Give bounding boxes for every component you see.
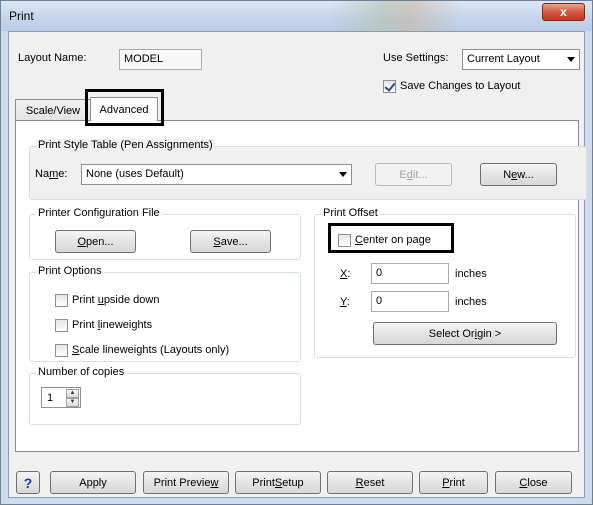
dialog-body: Layout Name: MODEL Use Settings: Current… bbox=[8, 31, 587, 498]
copies-title: Number of copies bbox=[36, 366, 127, 378]
save-changes-label: Save Changes to Layout bbox=[400, 80, 521, 92]
print-lineweights-label: Print lineweights bbox=[72, 319, 153, 331]
pen-name-label: Name: bbox=[35, 168, 68, 180]
edit-pen-table-button[interactable]: Ed it... bbox=[375, 163, 452, 186]
window-title: Print bbox=[9, 9, 34, 23]
y-offset-field[interactable]: 0 bbox=[371, 291, 449, 312]
print-upside-down-label: Print upside down bbox=[72, 294, 160, 306]
print-dialog: Print x Layout Name: MODEL Use Settings:… bbox=[0, 0, 593, 505]
x-offset-field[interactable]: 0 bbox=[371, 263, 449, 284]
save-changes-checkbox[interactable] bbox=[383, 80, 396, 93]
scale-lineweights-label: Scale lineweights (Layouts only) bbox=[72, 344, 230, 356]
close-window-button[interactable]: x bbox=[542, 3, 585, 21]
chevron-down-icon bbox=[339, 172, 347, 177]
y-units-label: inches bbox=[455, 296, 487, 308]
x-offset-label: X: bbox=[340, 268, 351, 280]
tab-label: Advanced bbox=[99, 103, 149, 116]
layout-name-field[interactable]: MODEL bbox=[119, 49, 202, 70]
save-config-button[interactable]: Save... bbox=[190, 230, 271, 253]
tab-scale-view[interactable]: Scale/View bbox=[15, 99, 91, 121]
tab-advanced[interactable]: Advanced bbox=[90, 97, 158, 121]
pen-table-value: None (uses Default) bbox=[86, 168, 184, 180]
print-upside-down-checkbox[interactable] bbox=[55, 294, 68, 307]
print-options-title: Print Options bbox=[36, 265, 104, 277]
tab-label: Scale/View bbox=[25, 104, 81, 117]
pen-table-dropdown[interactable]: None (uses Default) bbox=[81, 164, 352, 185]
decrement-icon[interactable]: ▼ bbox=[66, 398, 79, 407]
y-offset-label: Y: bbox=[340, 296, 350, 308]
copies-value: 1 bbox=[47, 392, 54, 404]
title-bar-decoration bbox=[331, 1, 461, 31]
use-settings-dropdown[interactable]: Current Layout bbox=[462, 49, 580, 70]
open-config-button[interactable]: Open... bbox=[55, 230, 136, 253]
print-lineweights-checkbox[interactable] bbox=[55, 319, 68, 332]
help-button[interactable]: ? bbox=[16, 471, 40, 494]
chevron-down-icon bbox=[567, 57, 575, 62]
use-settings-label: Use Settings: bbox=[383, 52, 449, 64]
print-offset-title: Print Offset bbox=[321, 207, 380, 219]
reset-button[interactable]: Reset bbox=[327, 471, 413, 494]
apply-button[interactable]: Apply bbox=[50, 471, 136, 494]
title-bar[interactable]: Print x bbox=[1, 1, 592, 31]
center-on-page-checkbox[interactable] bbox=[338, 234, 351, 247]
use-settings-value: Current Layout bbox=[467, 53, 540, 65]
print-button[interactable]: Print bbox=[419, 471, 488, 494]
x-units-label: inches bbox=[455, 268, 487, 280]
layout-name-label: Layout Name: bbox=[18, 52, 87, 64]
printer-config-title: Printer Configuration File bbox=[36, 207, 162, 219]
center-on-page-label: Center on page bbox=[355, 234, 431, 246]
close-button[interactable]: Close bbox=[495, 471, 572, 494]
copies-stepper[interactable]: 1 ▲ ▼ bbox=[41, 387, 81, 408]
scale-lineweights-checkbox[interactable] bbox=[55, 344, 68, 357]
print-preview-button[interactable]: Print Previe w bbox=[143, 471, 229, 494]
increment-icon[interactable]: ▲ bbox=[66, 389, 79, 398]
select-origin-button[interactable]: Select Or i gin > bbox=[373, 322, 557, 345]
pen-assignments-title: Print Style Table (Pen Assignments) bbox=[36, 139, 215, 151]
new-pen-table-button[interactable]: Ne w... bbox=[480, 163, 557, 186]
print-setup-button[interactable]: Print Setup bbox=[235, 471, 321, 494]
